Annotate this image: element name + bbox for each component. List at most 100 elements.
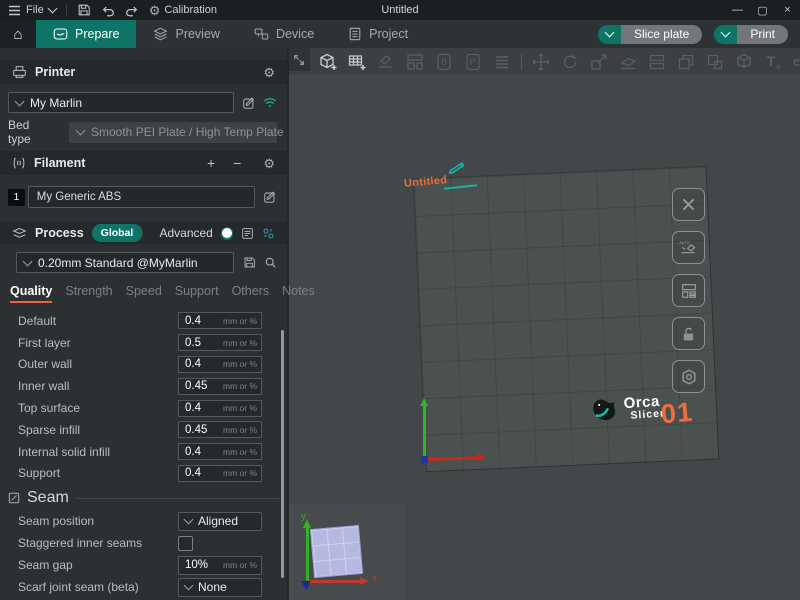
compare-presets-icon[interactable]	[262, 227, 275, 240]
auto-orient-button[interactable]: AUTO	[672, 231, 705, 264]
tab-device[interactable]: Device	[237, 20, 331, 48]
close-button[interactable]: ×	[775, 0, 800, 20]
param-input[interactable]: 0.4 mm or %	[178, 443, 262, 460]
clone-icon[interactable]	[676, 52, 696, 72]
param-value: 0.45	[179, 380, 223, 392]
move-icon[interactable]	[531, 52, 551, 72]
param-unit: mm or %	[223, 381, 261, 391]
param-input[interactable]: 0.4 mm or %	[178, 312, 262, 329]
param-input[interactable]: 0.4 mm or %	[178, 400, 262, 417]
thumbnail-axis-z	[301, 581, 311, 595]
variable-layer-height-icon[interactable]	[734, 52, 754, 72]
param-input[interactable]: 0.45 mm or %	[178, 421, 262, 438]
scarf-joint-select[interactable]: None	[178, 578, 262, 597]
home-icon: ⌂	[13, 26, 22, 43]
lock-plate-button[interactable]	[672, 317, 705, 350]
edit-printer-icon[interactable]	[242, 96, 256, 110]
printer-preset-select[interactable]: My Marlin	[8, 92, 234, 113]
undo-button[interactable]	[101, 4, 115, 17]
rename-plate-pencil-icon[interactable]	[445, 156, 466, 177]
print-options-dropdown[interactable]	[714, 25, 737, 44]
process-preset-select[interactable]: 0.20mm Standard @MyMarlin	[16, 252, 234, 273]
thumbnail-axis-x-label: x	[372, 573, 377, 584]
plate-thumbnail[interactable]: y x	[287, 503, 405, 600]
redo-button[interactable]	[125, 4, 139, 17]
paste-icon[interactable]: P	[463, 52, 483, 72]
scope-objects-button[interactable]: Objects	[142, 227, 143, 239]
delete-all-button[interactable]	[672, 188, 705, 221]
filament-preset-field[interactable]: My Generic ABS	[28, 186, 255, 208]
slice-options-dropdown[interactable]	[598, 25, 621, 44]
file-menu-label: File	[26, 4, 44, 16]
copy-icon[interactable]: 0	[434, 52, 454, 72]
tab-speed[interactable]: Speed	[126, 284, 162, 303]
save-preset-icon[interactable]	[243, 256, 256, 269]
calibration-label: Calibration	[164, 4, 217, 16]
text-tool-icon[interactable]: T a	[763, 52, 783, 72]
tab-strength[interactable]: Strength	[65, 284, 112, 303]
axis-origin-dot	[421, 456, 428, 463]
auto-orient-icon[interactable]	[376, 52, 396, 72]
parameter-list-icon[interactable]	[241, 227, 254, 240]
arrange-plate-button[interactable]	[672, 274, 705, 307]
seam-gap-unit: mm or %	[223, 560, 261, 570]
svg-text:P: P	[470, 57, 476, 67]
tab-project[interactable]: Project	[331, 20, 425, 48]
add-model-button[interactable]	[318, 52, 338, 72]
arrange-icon[interactable]	[405, 52, 425, 72]
param-unit: mm or %	[223, 403, 261, 413]
mesh-boolean-icon[interactable]	[705, 52, 725, 72]
layers-icon[interactable]	[492, 52, 512, 72]
maximize-button[interactable]: ▢	[750, 0, 775, 20]
lay-on-face-icon[interactable]	[618, 52, 638, 72]
param-row-first-layer: First layer 0.5 mm or %	[0, 332, 287, 354]
param-input[interactable]: 0.4 mm or %	[178, 356, 262, 373]
param-value: 0.45	[179, 424, 223, 436]
printer-section-header: Printer ⚙	[0, 60, 287, 84]
param-row-internal-solid-infill: Internal solid infill 0.4 mm or %	[0, 441, 287, 463]
search-presets-icon[interactable]	[264, 256, 277, 269]
tab-preview[interactable]: Preview	[136, 20, 236, 48]
edit-filament-icon[interactable]	[263, 190, 277, 204]
param-input[interactable]: 0.5 mm or %	[178, 334, 262, 351]
printer-settings-gear-icon[interactable]: ⚙	[263, 66, 275, 79]
slice-plate-button[interactable]: Slice plate	[621, 25, 702, 44]
scope-global-button[interactable]: Global	[92, 224, 143, 242]
remove-filament-button[interactable]: −	[233, 155, 241, 171]
tab-others[interactable]: Others	[232, 284, 270, 303]
file-menu-button[interactable]: File	[8, 4, 56, 16]
sidebar-scrollbar[interactable]	[281, 330, 284, 578]
save-button[interactable]	[77, 3, 91, 17]
tab-support[interactable]: Support	[175, 284, 219, 303]
print-button[interactable]: Print	[737, 25, 788, 44]
calibration-button[interactable]: ⚙ Calibration	[149, 4, 217, 17]
rotate-icon[interactable]	[560, 52, 580, 72]
tab-notes[interactable]: Notes	[282, 284, 315, 303]
seam-position-select[interactable]: Aligned	[178, 512, 262, 531]
advanced-toggle[interactable]	[221, 227, 233, 240]
param-input[interactable]: 0.4 mm or %	[178, 465, 262, 482]
filament-slot-badge: 1	[8, 189, 25, 206]
add-plate-button[interactable]	[347, 52, 367, 72]
scale-icon[interactable]	[589, 52, 609, 72]
wifi-connection-icon[interactable]	[263, 97, 277, 108]
staggered-seams-checkbox[interactable]	[178, 536, 193, 551]
viewport-3d[interactable]: 0 P	[287, 48, 800, 600]
plate-settings-button[interactable]	[672, 360, 705, 393]
add-filament-button[interactable]: +	[207, 155, 215, 171]
home-button[interactable]: ⌂	[0, 20, 36, 48]
seam-gap-input[interactable]: 10% mm or %	[178, 556, 262, 575]
measure-icon[interactable]	[792, 52, 800, 72]
param-input[interactable]: 0.45 mm or %	[178, 378, 262, 395]
bed-type-value: Smooth PEI Plate / High Temp Plate	[91, 125, 284, 139]
bed-type-select[interactable]: Smooth PEI Plate / High Temp Plate	[69, 122, 277, 143]
chevron-down-icon	[184, 515, 194, 525]
seam-position-value: Aligned	[198, 514, 238, 528]
tab-quality[interactable]: Quality	[10, 284, 52, 303]
split-to-objects-icon[interactable]	[647, 52, 667, 72]
collapse-sidebar-button[interactable]	[287, 48, 310, 71]
advanced-label: Advanced	[159, 226, 212, 240]
minimize-button[interactable]: —	[725, 0, 750, 20]
tab-prepare[interactable]: Prepare	[36, 20, 136, 48]
filament-settings-gear-icon[interactable]: ⚙	[263, 157, 275, 170]
